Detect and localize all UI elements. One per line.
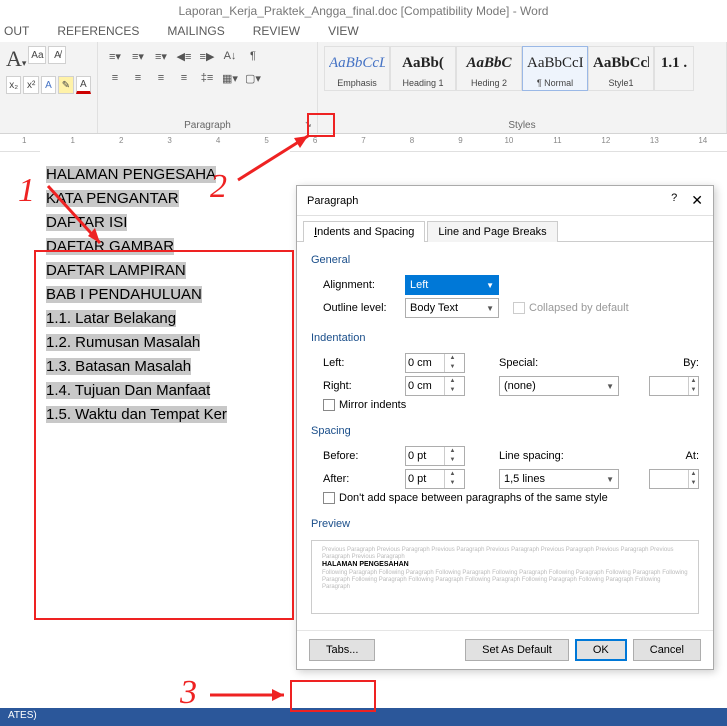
section-preview: Preview	[311, 514, 699, 536]
line-spacing-btn[interactable]: ‡≡	[196, 68, 218, 88]
cancel-button[interactable]: Cancel	[633, 639, 701, 661]
paragraph-group: ≡▾ ≡▾ ≡▾ ◀≡ ≡▶ A↓ ¶ ≡ ≡ ≡ ≡ ‡≡ ▦▾ ▢▾ Par…	[98, 42, 318, 133]
doc-line[interactable]: 1.4. Tujuan Dan Manfaat	[46, 382, 210, 399]
bullets-btn[interactable]: ≡▾	[104, 46, 126, 66]
section-spacing: Spacing	[311, 421, 699, 443]
style-heading2[interactable]: AaBbCHeding 2	[456, 46, 522, 91]
doc-line[interactable]: 1.1. Latar Belakang	[46, 310, 176, 327]
align-center-btn[interactable]: ≡	[127, 68, 149, 88]
dialog-title: Paragraph	[307, 195, 358, 207]
indent-inc-btn[interactable]: ≡▶	[196, 46, 218, 66]
ok-button[interactable]: OK	[575, 639, 627, 661]
style-heading1[interactable]: AaBb(Heading 1	[390, 46, 456, 91]
tab-line-page-breaks[interactable]: Line and Page Breaks	[427, 221, 557, 242]
outline-label: Outline level:	[323, 302, 405, 314]
linesp-label: Line spacing:	[499, 450, 564, 462]
special-label: Special:	[499, 357, 538, 369]
doc-line[interactable]: DAFTAR GAMBAR	[46, 238, 174, 255]
style-extra[interactable]: 1.1 .	[654, 46, 694, 91]
style-style1[interactable]: AaBbCclStyle1	[588, 46, 654, 91]
set-default-button[interactable]: Set As Default	[465, 639, 569, 661]
tab-view[interactable]: VIEW	[328, 22, 359, 40]
highlight-btn[interactable]: ✎	[58, 76, 73, 94]
style-emphasis[interactable]: AaBbCcLEmphasis	[324, 46, 390, 91]
doc-line[interactable]: KATA PENGANTAR	[46, 190, 179, 207]
doc-line[interactable]: BAB I PENDAHULUAN	[46, 286, 202, 303]
doc-line[interactable]: 1.5. Waktu dan Tempat Ker	[46, 406, 227, 423]
noadd-checkbox[interactable]	[323, 492, 335, 504]
clear-format-btn[interactable]: A̸	[48, 46, 66, 64]
styles-group: AaBbCcLEmphasis AaBb(Heading 1 AaBbCHedi…	[318, 42, 727, 133]
alignment-label: Alignment:	[323, 279, 405, 291]
ribbon: A▾ Aa A̸ x₂ x² A ✎ A ≡▾ ≡▾ ≡▾ ◀≡ ≡▶ A↓	[0, 42, 727, 134]
before-spinner[interactable]: ▲▼	[405, 446, 465, 466]
tab-references[interactable]: REFERENCES	[57, 22, 139, 40]
collapsed-checkbox	[513, 302, 525, 314]
styles-group-label: Styles	[324, 118, 720, 131]
tab-layout[interactable]: OUT	[4, 22, 29, 40]
text-effects-btn[interactable]: A	[41, 76, 56, 94]
doc-line[interactable]: DAFTAR ISI	[46, 214, 127, 231]
special-combo[interactable]: (none)▼	[499, 376, 619, 396]
shading-btn[interactable]: ▦▾	[219, 68, 241, 88]
preview-box: Previous Paragraph Previous Paragraph Pr…	[311, 540, 699, 614]
ribbon-tabs: OUT REFERENCES MAILINGS REVIEW VIEW	[0, 22, 727, 42]
arrow-3	[204, 680, 294, 710]
paragraph-dialog: Paragraph ? ✕ IIndents and Spacing Line …	[296, 185, 714, 670]
align-left-btn[interactable]: ≡	[104, 68, 126, 88]
after-label: After:	[323, 473, 405, 485]
multilevel-btn[interactable]: ≡▾	[150, 46, 172, 66]
paragraph-dialog-launcher[interactable]: ↘	[301, 117, 315, 131]
font-size-btn[interactable]: A▾	[6, 46, 26, 72]
tab-review[interactable]: REVIEW	[253, 22, 300, 40]
subscript-btn[interactable]: x₂	[6, 76, 21, 94]
doc-line[interactable]: 1.2. Rumusan Masalah	[46, 334, 200, 351]
indent-dec-btn[interactable]: ◀≡	[173, 46, 195, 66]
annotation-1: 1	[18, 172, 35, 210]
grow-font-btn[interactable]: Aa	[28, 46, 46, 64]
outline-combo[interactable]: Body Text▼	[405, 298, 499, 318]
font-group-label	[6, 118, 91, 131]
at-label: At:	[686, 450, 699, 462]
doc-line[interactable]: DAFTAR LAMPIRAN	[46, 262, 186, 279]
help-icon[interactable]: ?	[671, 192, 677, 209]
borders-btn[interactable]: ▢▾	[242, 68, 264, 88]
align-right-btn[interactable]: ≡	[150, 68, 172, 88]
tab-indents-spacing[interactable]: IIndents and Spacing	[303, 221, 425, 242]
font-color-btn[interactable]: A	[76, 76, 91, 94]
sort-btn[interactable]: A↓	[219, 46, 241, 66]
tab-mailings[interactable]: MAILINGS	[167, 22, 224, 40]
right-indent-label: Right:	[323, 380, 405, 392]
document-body[interactable]: HALAMAN PENGESAHA KATA PENGANTAR DAFTAR …	[40, 150, 290, 440]
by-spinner[interactable]: ▲▼	[649, 376, 699, 396]
before-label: Before:	[323, 450, 405, 462]
section-general: General	[311, 250, 699, 272]
line-spacing-combo[interactable]: 1,5 lines▼	[499, 469, 619, 489]
numbering-btn[interactable]: ≡▾	[127, 46, 149, 66]
doc-line[interactable]: 1.3. Batasan Masalah	[46, 358, 191, 375]
paragraph-group-label: Paragraph	[104, 118, 311, 131]
left-indent-spinner[interactable]: ▲▼	[405, 353, 465, 373]
after-spinner[interactable]: ▲▼	[405, 469, 465, 489]
annotation-3: 3	[180, 674, 197, 712]
tabs-button[interactable]: Tabs...	[309, 639, 375, 661]
doc-line[interactable]: HALAMAN PENGESAHA	[46, 166, 216, 183]
by-label: By:	[683, 357, 699, 369]
at-spinner[interactable]: ▲▼	[649, 469, 699, 489]
mirror-checkbox[interactable]	[323, 399, 335, 411]
title-bar: Laporan_Kerja_Praktek_Angga_final.doc [C…	[0, 0, 727, 22]
show-marks-btn[interactable]: ¶	[242, 46, 264, 66]
status-bar: ATES)	[0, 708, 727, 726]
style-normal[interactable]: AaBbCcI¶ Normal	[522, 46, 588, 91]
align-justify-btn[interactable]: ≡	[173, 68, 195, 88]
close-icon[interactable]: ✕	[691, 192, 703, 209]
section-indentation: Indentation	[311, 328, 699, 350]
left-indent-label: Left:	[323, 357, 405, 369]
alignment-combo[interactable]: Left▼	[405, 275, 499, 295]
font-group: A▾ Aa A̸ x₂ x² A ✎ A	[0, 42, 98, 133]
right-indent-spinner[interactable]: ▲▼	[405, 376, 465, 396]
superscript-btn[interactable]: x²	[23, 76, 38, 94]
